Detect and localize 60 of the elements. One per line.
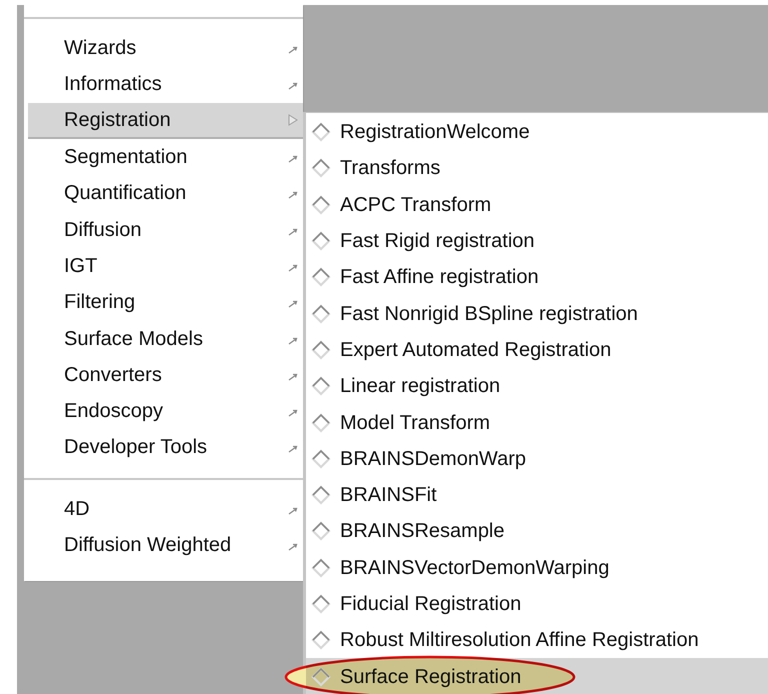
menu-item[interactable]: Diffusion <box>28 211 303 248</box>
submenu-arrow-icon <box>288 300 298 308</box>
diamond-icon <box>311 340 331 360</box>
submenu-item[interactable]: BRAINSDemonWarp <box>306 440 768 477</box>
submenu-arrow-icon <box>288 191 298 200</box>
submenu-arrow-icon <box>288 82 298 90</box>
menu-item[interactable]: IGT <box>28 248 303 284</box>
submenu-arrow-icon <box>288 155 298 164</box>
menu-item[interactable]: Surface Models <box>28 320 303 357</box>
submenu-arrow-icon <box>288 543 298 551</box>
menu-item[interactable]: Developer Tools <box>28 429 303 466</box>
diamond-icon <box>311 521 331 542</box>
submenu-arrow-icon <box>288 445 298 454</box>
submenu-item[interactable]: BRAINSVectorDemonWarping <box>306 550 768 586</box>
submenu-item[interactable]: Expert Automated Registration <box>306 332 768 368</box>
submenu-item[interactable]: Fast Rigid registration <box>306 222 768 260</box>
menu-item[interactable]: Diffusion Weighted <box>28 526 303 564</box>
menu-item[interactable]: Quantification <box>28 175 303 212</box>
menu-item[interactable]: Segmentation <box>28 138 303 176</box>
submenu-arrow-icon <box>288 409 298 418</box>
diamond-icon <box>311 267 331 288</box>
submenu-item[interactable]: BRAINSFit <box>306 476 768 514</box>
submenu-item[interactable]: Fiducial Registration <box>306 586 768 622</box>
submenu-item[interactable]: Robust Miltiresolution Affine Registration <box>306 622 768 658</box>
diamond-icon <box>311 376 331 396</box>
submenu-item[interactable]: Model Transform <box>306 404 768 441</box>
submenu-item[interactable]: Linear registration <box>306 368 768 404</box>
diamond-icon <box>311 412 331 433</box>
submenu-arrow-icon <box>288 114 298 126</box>
submenu-item[interactable]: ACPC Transform <box>306 186 768 223</box>
diamond-icon <box>311 231 331 252</box>
diamond-icon <box>311 630 331 650</box>
submenu-item[interactable]: Fast Nonrigid BSpline registration <box>306 295 768 332</box>
menu-item[interactable]: Wizards <box>28 30 303 66</box>
diamond-icon <box>311 194 331 215</box>
menu-item[interactable]: Filtering <box>28 284 303 320</box>
submenu-arrow-icon <box>288 264 298 272</box>
diamond-icon <box>311 666 331 687</box>
menu-item[interactable]: Endoscopy <box>28 392 303 430</box>
menu-item[interactable]: Informatics <box>28 66 303 103</box>
menu-item[interactable]: Registration <box>28 102 303 139</box>
submenu-item[interactable]: Surface Registration <box>306 658 768 694</box>
diamond-icon <box>311 122 331 142</box>
submenu-arrow-icon <box>288 506 298 515</box>
submenu-arrow-icon <box>288 228 298 236</box>
diamond-icon <box>311 304 331 324</box>
diamond-icon <box>311 448 331 469</box>
submenu-item[interactable]: RegistrationWelcome <box>306 114 768 150</box>
submenu-arrow-icon <box>288 336 298 345</box>
submenu-arrow-icon <box>288 46 298 54</box>
diamond-icon <box>311 594 331 614</box>
submenu-item[interactable]: Fast Affine registration <box>306 259 768 296</box>
diamond-icon <box>311 158 331 178</box>
diamond-icon <box>311 558 331 578</box>
submenu-item[interactable]: Transforms <box>306 150 768 187</box>
menu-item[interactable]: 4D <box>28 490 303 527</box>
submenu-arrow-icon <box>288 372 298 381</box>
diamond-icon <box>311 485 331 506</box>
submenu-item[interactable]: BRAINSResample <box>306 513 768 550</box>
menu-item[interactable]: Converters <box>28 356 303 393</box>
